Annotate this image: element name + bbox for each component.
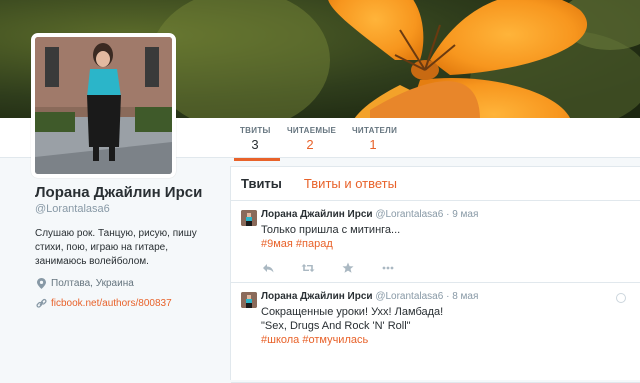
tweet-author-handle[interactable]: @Lorantalasa6: [375, 209, 443, 220]
tweet-separator: ·: [446, 291, 450, 302]
nav-tweets-label: ТВИТЫ: [240, 126, 271, 135]
tweet-item[interactable]: Лорана Джайлин Ирси @Lorantalasa6 · 9 ма…: [231, 201, 640, 283]
tweet-author-name[interactable]: Лорана Джайлин Ирси: [261, 291, 373, 302]
nav-tweets[interactable]: ТВИТЫ 3: [234, 126, 280, 161]
tweet-hashtags[interactable]: #школа #отмучилась: [261, 333, 630, 347]
profile-website: ficbook.net/authors/800837: [35, 297, 215, 309]
map-pin-icon: [35, 277, 47, 289]
profile-handle[interactable]: @Lorantalasa6: [35, 203, 215, 215]
reply-icon[interactable]: [261, 262, 275, 274]
tab-tweets[interactable]: Твиты: [241, 176, 282, 191]
tweet-text-line: Только пришла с митинга...: [261, 224, 401, 236]
tweet-avatar[interactable]: [241, 210, 257, 226]
tweet-header: Лорана Джайлин Ирси @Lorantalasa6 · 8 ма…: [261, 291, 630, 302]
tweet-text: Только пришла с митинга... #9мая #парад: [261, 223, 630, 251]
tweet-separator: ·: [446, 209, 450, 220]
retweet-icon[interactable]: [301, 262, 315, 274]
profile-card: Лорана Джайлин Ирси @Lorantalasa6 Слушаю…: [35, 184, 215, 309]
tweet-text-line: "Sex, Drugs And Rock 'N' Roll": [261, 320, 411, 332]
tweet-author-handle[interactable]: @Lorantalasa6: [375, 291, 443, 302]
more-icon[interactable]: [381, 262, 395, 274]
tweet-actions: [261, 262, 395, 274]
nav-tweets-count: 3: [251, 137, 259, 152]
nav-following-label: ЧИТАЕМЫЕ: [287, 126, 337, 135]
profile-name[interactable]: Лорана Джайлин Ирси: [35, 184, 215, 201]
avatar-photo: [35, 37, 172, 174]
favorite-icon[interactable]: [341, 262, 355, 274]
profile-website-link[interactable]: ficbook.net/authors/800837: [51, 298, 172, 309]
tweet-timestamp[interactable]: 8 мая: [452, 291, 478, 302]
nav-following-count: 2: [306, 137, 314, 152]
profile-bio: Слушаю рок. Танцую, рисую, пишу стихи, п…: [35, 228, 197, 267]
link-icon: [35, 297, 47, 309]
profile-avatar[interactable]: [31, 33, 176, 178]
nav-followers-count: 1: [369, 137, 377, 152]
tweet-item[interactable]: Лорана Джайлин Ирси @Lorantalasa6 · 8 ма…: [231, 283, 640, 383]
profile-location: Полтава, Украина: [35, 277, 215, 289]
timeline-tabs: Твиты Твиты и ответы: [231, 167, 640, 201]
tweet-header: Лорана Джайлин Ирси @Lorantalasa6 · 9 ма…: [261, 209, 630, 220]
nav-followers[interactable]: ЧИТАТЕЛИ 1: [352, 126, 398, 152]
tweet-author-name[interactable]: Лорана Джайлин Ирси: [261, 209, 373, 220]
tweet-text-line: Сокращенные уроки! Ухх! Ламбада!: [261, 306, 444, 318]
tweet-hashtags[interactable]: #9мая #парад: [261, 237, 630, 251]
nav-followers-label: ЧИТАТЕЛИ: [352, 126, 398, 135]
profile-location-text: Полтава, Украина: [51, 277, 134, 289]
tweet-timestamp[interactable]: 9 мая: [452, 209, 478, 220]
tweet-avatar[interactable]: [241, 292, 257, 308]
tab-tweets-and-replies[interactable]: Твиты и ответы: [304, 176, 397, 191]
timeline: Твиты Твиты и ответы Лорана Джайлин Ирси…: [230, 166, 640, 383]
tweet-text: Сокращенные уроки! Ухх! Ламбада! "Sex, D…: [261, 305, 630, 347]
pinned-icon: [616, 293, 626, 303]
active-tab-indicator: [234, 158, 280, 161]
nav-following[interactable]: ЧИТАЕМЫЕ 2: [287, 126, 337, 152]
